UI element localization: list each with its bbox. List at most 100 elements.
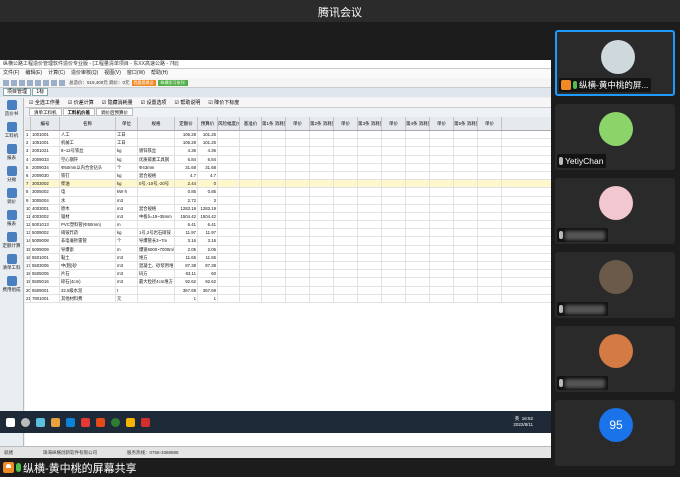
cell-phase[interactable]: [478, 221, 502, 229]
cell-phase[interactable]: [310, 286, 334, 294]
report-icon[interactable]: [59, 79, 65, 86]
menu-item[interactable]: 计算(C): [48, 70, 65, 76]
cell-phase[interactable]: [454, 229, 478, 237]
cell-phase[interactable]: [406, 294, 430, 302]
chrome-icon[interactable]: [111, 417, 120, 427]
cell-phase[interactable]: [454, 139, 478, 147]
cell-phase[interactable]: [478, 180, 502, 188]
cell-phase[interactable]: [454, 221, 478, 229]
cell-budget-price[interactable]: 101.25: [198, 139, 218, 147]
cell-phase[interactable]: [286, 212, 310, 221]
table-row[interactable]: 18 5505005 片石 m3 码方 63.11 60: [25, 270, 551, 279]
menu-item[interactable]: 文件(F): [3, 70, 19, 76]
cell-risk[interactable]: [218, 155, 240, 163]
header-cell[interactable]: 编号: [31, 117, 60, 130]
cell-phase[interactable]: [334, 294, 358, 302]
subtab[interactable]: 调价后预算价: [96, 108, 133, 116]
cell-phase[interactable]: [262, 262, 286, 270]
cell-phase[interactable]: [430, 188, 454, 196]
cell-phase[interactable]: [358, 171, 382, 180]
new-icon[interactable]: [3, 79, 9, 86]
cell-benchmark[interactable]: [240, 278, 262, 286]
redo-icon[interactable]: [43, 79, 49, 86]
cell-phase[interactable]: [262, 253, 286, 261]
cell-phase[interactable]: [382, 131, 406, 139]
cell-phase[interactable]: [334, 245, 358, 253]
cell-budget-price[interactable]: 92.62: [198, 278, 218, 286]
header-cell[interactable]: 单价: [286, 117, 310, 130]
cell-phase[interactable]: [406, 286, 430, 294]
cell-phase[interactable]: [310, 196, 334, 204]
cell-budget-price[interactable]: 0: [198, 180, 218, 188]
cell-phase[interactable]: [406, 196, 430, 204]
cell-phase[interactable]: [334, 253, 358, 261]
cell-phase[interactable]: [382, 286, 406, 294]
cell-phase[interactable]: [358, 139, 382, 147]
header-cell[interactable]: 单价: [478, 117, 502, 130]
nav-item[interactable]: 分摊: [0, 164, 23, 186]
cell-risk[interactable]: [218, 171, 240, 180]
cell-phase[interactable]: [478, 139, 502, 147]
cell-phase[interactable]: [262, 147, 286, 155]
cell-benchmark[interactable]: [240, 139, 262, 147]
cell-phase[interactable]: [430, 229, 454, 237]
cell-phase[interactable]: [478, 253, 502, 261]
cell-phase[interactable]: [310, 139, 334, 147]
cell-phase[interactable]: [406, 147, 430, 155]
learning-button[interactable]: 纵横学习系列: [157, 79, 188, 86]
cell-budget-price[interactable]: 4.36: [198, 147, 218, 155]
cell-risk[interactable]: [218, 237, 240, 245]
table-row[interactable]: 16 5501001 黏土 m3 堆方 11.65 11.65: [25, 253, 551, 262]
cell-phase[interactable]: [382, 237, 406, 245]
cell-phase[interactable]: [478, 294, 502, 302]
cell-phase[interactable]: [454, 253, 478, 261]
cell-phase[interactable]: [478, 212, 502, 221]
cell-phase[interactable]: [430, 171, 454, 180]
cell-phase[interactable]: [286, 163, 310, 171]
cell-phase[interactable]: [310, 221, 334, 229]
cell-phase[interactable]: [382, 204, 406, 212]
cell-phase[interactable]: [382, 180, 406, 188]
table-row[interactable]: 3 2001021 8~12号铁丝 kg 镀锌铁丝 4.36 4.36: [25, 147, 551, 156]
cell-phase[interactable]: [310, 171, 334, 180]
tab-doc[interactable]: 1标: [32, 88, 49, 96]
cell-phase[interactable]: [262, 131, 286, 139]
nav-item[interactable]: 定额计算: [0, 230, 23, 252]
participant-tile[interactable]: [555, 326, 675, 392]
cell-phase[interactable]: [310, 180, 334, 188]
filter-option[interactable]: ☑ 价差计算: [68, 100, 94, 106]
menu-item[interactable]: 帮助(H): [151, 70, 168, 76]
nav-item[interactable]: 造价书: [0, 98, 23, 120]
save-icon[interactable]: [19, 79, 25, 86]
table-row[interactable]: 8 3005002 电 kW·h 0.85 0.85: [25, 188, 551, 197]
cell-phase[interactable]: [454, 270, 478, 278]
cell-phase[interactable]: [262, 221, 286, 229]
cell-phase[interactable]: [430, 163, 454, 171]
table-row[interactable]: 7 3003002 柴油 kg 0号,-10号,-20号 2.44 0: [25, 180, 551, 189]
cell-phase[interactable]: [382, 163, 406, 171]
cell-phase[interactable]: [286, 270, 310, 278]
cell-phase[interactable]: [310, 262, 334, 270]
table-row[interactable]: 15 5009009 导爆索 m 爆速6000~7000m/s 2.05 2.05: [25, 245, 551, 254]
cell-benchmark[interactable]: [240, 253, 262, 261]
cell-benchmark[interactable]: [240, 237, 262, 245]
filter-option[interactable]: ☑ 设置选项: [141, 100, 167, 106]
cell-phase[interactable]: [478, 147, 502, 155]
cell-phase[interactable]: [454, 212, 478, 221]
cell-phase[interactable]: [382, 229, 406, 237]
cell-phase[interactable]: [454, 180, 478, 188]
cell-phase[interactable]: [430, 180, 454, 188]
cell-phase[interactable]: [262, 139, 286, 147]
cell-phase[interactable]: [286, 196, 310, 204]
cell-budget-price[interactable]: 4.7: [198, 171, 218, 180]
cell-phase[interactable]: [310, 212, 334, 221]
cell-phase[interactable]: [406, 188, 430, 196]
cell-phase[interactable]: [478, 155, 502, 163]
cell-phase[interactable]: [430, 278, 454, 286]
cell-phase[interactable]: [286, 237, 310, 245]
cell-phase[interactable]: [334, 180, 358, 188]
cell-phase[interactable]: [430, 196, 454, 204]
cell-phase[interactable]: [430, 253, 454, 261]
cell-phase[interactable]: [334, 286, 358, 294]
nav-item[interactable]: 报表: [0, 142, 23, 164]
